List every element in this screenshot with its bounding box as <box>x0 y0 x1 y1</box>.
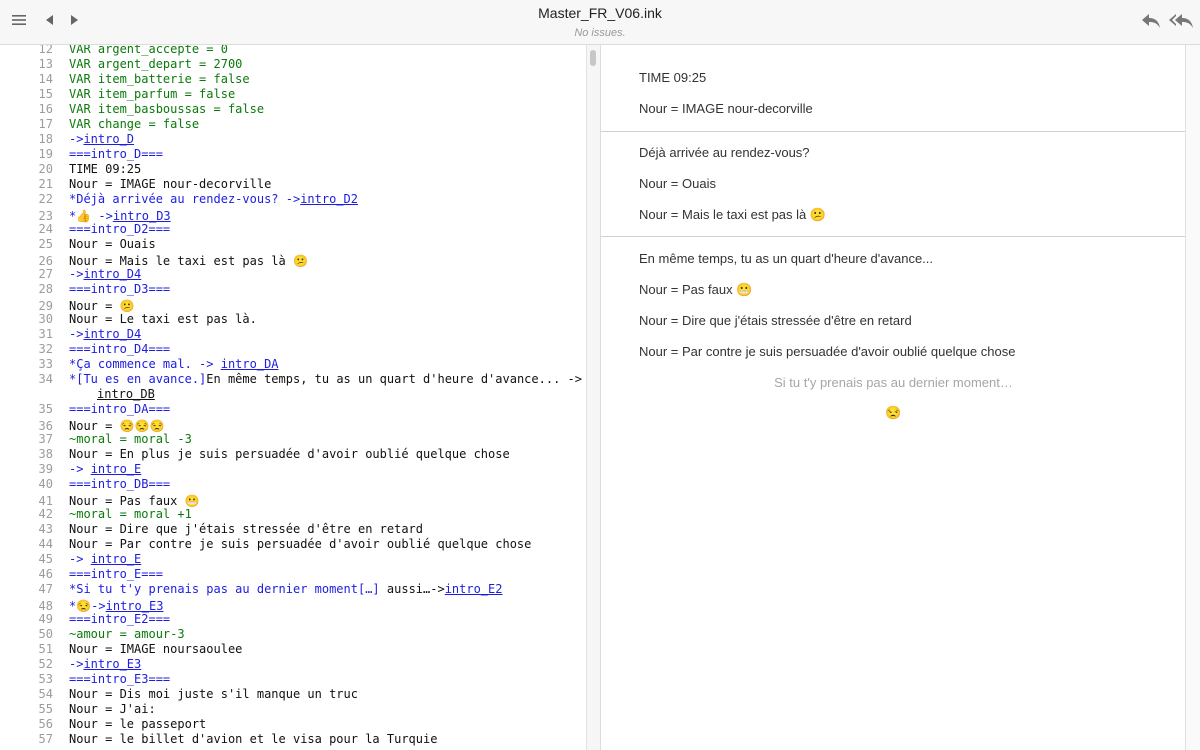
code-line[interactable]: 52 ->intro_E3 <box>0 657 586 672</box>
reply-all-icon[interactable] <box>1168 12 1194 32</box>
code-line[interactable]: 19 ===intro_D=== <box>0 147 586 162</box>
code-line[interactable]: 56 Nour = le passeport <box>0 717 586 732</box>
code-line[interactable]: 33 *Ça commence mal. -> intro_DA <box>0 357 586 372</box>
code-line[interactable]: 38 Nour = En plus je suis persuadée d'avo… <box>0 447 586 462</box>
code-line[interactable]: 47 *Si tu t'y prenais pas au dernier mome… <box>0 582 586 597</box>
turn-separator <box>601 131 1185 132</box>
reply-icon[interactable] <box>1140 12 1162 32</box>
code-line[interactable]: 53 ===intro_E3=== <box>0 672 586 687</box>
code-line[interactable]: 14 VAR item_batterie = false <box>0 72 586 87</box>
code-line[interactable]: 15 VAR item_parfum = false <box>0 87 586 102</box>
code-line[interactable]: 45 -> intro_E <box>0 552 586 567</box>
divert-link[interactable]: intro_DA <box>221 357 279 371</box>
code-line[interactable]: 18 ->intro_D <box>0 132 586 147</box>
code-line[interactable]: 46 ===intro_E=== <box>0 567 586 582</box>
divert-link[interactable]: intro_E3 <box>83 657 141 671</box>
code-line[interactable]: 17 VAR change = false <box>0 117 586 132</box>
code-line[interactable]: 30 Nour = Le taxi est pas là. <box>0 312 586 327</box>
code-line[interactable]: 54 Nour = Dis moi juste s'il manque un tr… <box>0 687 586 702</box>
divert-link[interactable]: intro_D2 <box>300 192 358 206</box>
code-line[interactable]: 49 ===intro_E2=== <box>0 612 586 627</box>
code-line[interactable]: 31 ->intro_D4 <box>0 327 586 342</box>
code-line[interactable]: 28 ===intro_D3=== <box>0 282 586 297</box>
code-line[interactable]: 39 -> intro_E <box>0 462 586 477</box>
code-line[interactable]: 12 VAR argent_accepte = 0 <box>0 45 586 57</box>
story-paragraph: Nour = Dire que j'étais stressée d'être … <box>639 313 912 328</box>
code-line[interactable]: 35 ===intro_DA=== <box>0 402 586 417</box>
story-paragraph: Nour = Pas faux 😬 <box>639 282 753 297</box>
divert-link[interactable]: intro_D4 <box>83 267 141 281</box>
turn-separator <box>601 236 1185 237</box>
code-line[interactable]: 50 ~amour = amour-3 <box>0 627 586 642</box>
code-line-wrap[interactable]: intro_DB <box>0 387 586 402</box>
title-bar: Master_FR_V06.ink No issues. <box>0 0 1200 45</box>
code-line[interactable]: 13 VAR argent_depart = 2700 <box>0 57 586 72</box>
divert-link[interactable]: intro_E2 <box>445 582 503 596</box>
story-paragraph: TIME 09:25 <box>639 70 707 85</box>
divert-link[interactable]: intro_E <box>91 552 142 566</box>
code-line[interactable]: 20 TIME 09:25 <box>0 162 586 177</box>
code-line[interactable]: 25 Nour = Ouais <box>0 237 586 252</box>
code-line[interactable]: 16 VAR item_basboussas = false <box>0 102 586 117</box>
divert-link[interactable]: intro_E3 <box>106 599 164 613</box>
story-paragraph: Nour = Ouais <box>639 176 716 191</box>
issues-status: No issues. <box>574 27 626 39</box>
editor-scrollbar-thumb[interactable] <box>590 50 596 66</box>
divert-link[interactable]: intro_E <box>91 462 142 476</box>
pane-divider[interactable] <box>586 45 600 750</box>
player-scrollbar[interactable] <box>1185 45 1200 750</box>
code-line[interactable]: 51 Nour = IMAGE noursaoulee <box>0 642 586 657</box>
story-paragraph: Déjà arrivée au rendez-vous? <box>639 145 810 160</box>
story-paragraph: Nour = Mais le taxi est pas là 😕 <box>639 207 827 222</box>
divert-link[interactable]: intro_DB <box>97 387 155 402</box>
story-paragraph: En même temps, tu as un quart d'heure d'… <box>639 251 934 266</box>
story-paragraph: Nour = IMAGE nour-decorville <box>639 101 813 116</box>
code-line[interactable]: 32 ===intro_D4=== <box>0 342 586 357</box>
code-line[interactable]: 34 *[Tu es en avance.]En même temps, tu a… <box>0 372 586 387</box>
code-line[interactable]: 24 ===intro_D2=== <box>0 222 586 237</box>
story-choice[interactable]: 😒 <box>601 405 1185 421</box>
code-line[interactable]: 44 Nour = Par contre je suis persuadée d'… <box>0 537 586 552</box>
code-line[interactable]: 21 Nour = IMAGE nour-decorville <box>0 177 586 192</box>
divert-link[interactable]: intro_D3 <box>113 209 171 223</box>
window-title: Master_FR_V06.ink <box>538 5 662 21</box>
code-line[interactable]: 57 Nour = le billet d'avion et le visa po… <box>0 732 586 747</box>
code-line[interactable]: 43 Nour = Dire que j'étais stressée d'êtr… <box>0 522 586 537</box>
ink-editor[interactable]: 12 VAR argent_accepte = 0 13 VAR argent_de… <box>0 45 586 750</box>
divert-link[interactable]: intro_D <box>83 132 134 146</box>
code-line[interactable]: 27 ->intro_D4 <box>0 267 586 282</box>
code-line[interactable]: 40 ===intro_DB=== <box>0 477 586 492</box>
divert-link[interactable]: intro_D4 <box>83 327 141 341</box>
code-line[interactable]: 22 *Déjà arrivée au rendez-vous? ->intro_… <box>0 192 586 207</box>
code-line[interactable]: 37 ~moral = moral -3 <box>0 432 586 447</box>
code-line[interactable]: 42 ~moral = moral +1 <box>0 507 586 522</box>
code-line[interactable]: 55 Nour = J'ai: <box>0 702 586 717</box>
story-choice[interactable]: Si tu t'y prenais pas au dernier moment… <box>601 375 1185 390</box>
story-paragraph: Nour = Par contre je suis persuadée d'av… <box>639 344 1016 359</box>
story-player: TIME 09:25 Nour = IMAGE nour-decorville … <box>600 45 1185 750</box>
